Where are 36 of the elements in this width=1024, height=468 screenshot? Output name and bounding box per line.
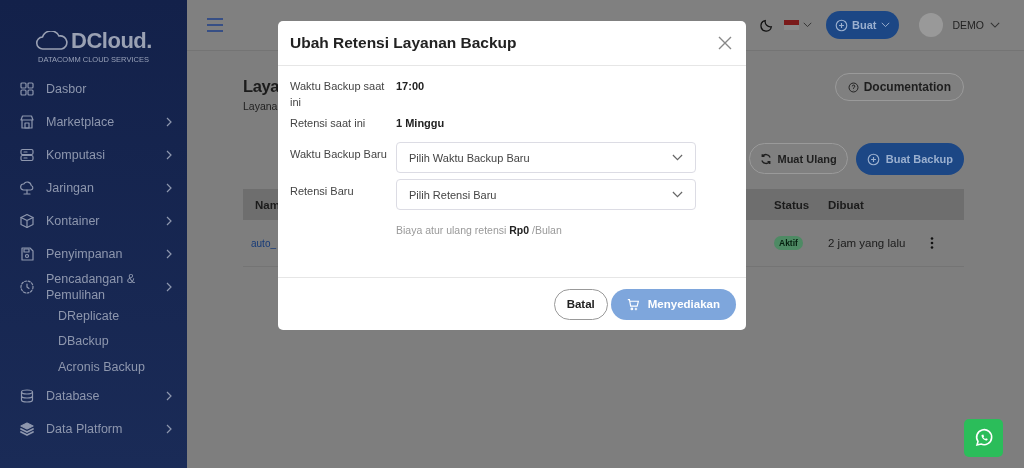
dialog-title: Ubah Retensi Layanan Backup (290, 34, 517, 52)
column-header: Dibuat (828, 198, 865, 211)
sidebar-item[interactable]: Marketplace (0, 105, 187, 138)
sidebar-subitem[interactable]: Acronis Backup (0, 354, 187, 380)
sidebar-subitem[interactable]: DReplicate (0, 303, 187, 329)
user-name[interactable]: DEMO (952, 19, 984, 31)
cancel-button[interactable]: Batal (553, 288, 608, 320)
info-value: 17:00 (396, 79, 426, 94)
field-label: Retensi Baru (290, 184, 355, 199)
info-label: Waktu Backup saat ini (290, 79, 386, 110)
sidebar-subitem[interactable]: DBackup (0, 328, 187, 354)
table-cell-text: 2 jam yang lalu (828, 237, 907, 249)
backup-name-link[interactable]: auto_ (251, 238, 277, 249)
sidebar-item[interactable]: Jaringan (0, 171, 187, 204)
page-subtitle: Layana (243, 100, 279, 112)
reload-button[interactable]: Muat Ulang (749, 143, 848, 174)
sidebar-item[interactable]: Kontainer (0, 204, 187, 237)
sidebar-item[interactable]: Data Platform (0, 412, 187, 446)
info-label: Retensi saat ini (290, 116, 367, 131)
info-value: 1 Minggu (396, 116, 446, 131)
documentation-button[interactable]: Documentation (834, 73, 964, 101)
cost-note: Biaya atur ulang retensi Rp0 /Bulan (396, 224, 563, 236)
select-field[interactable]: Pilih Retensi Baru (396, 179, 696, 210)
create-backup-button[interactable]: Buat Backup (855, 143, 964, 175)
status-badge: Aktif (774, 236, 803, 250)
page-title: Laya (243, 77, 279, 96)
sidebar-item[interactable]: Pencadangan & Pemulihan (0, 270, 187, 303)
sidebar-item[interactable]: Penyimpanan (0, 237, 187, 270)
field-label: Waktu Backup Baru (290, 147, 388, 162)
column-header: Status (774, 198, 811, 211)
logo-text: DCloud. (71, 28, 152, 54)
sidebar-item[interactable]: Komputasi (0, 138, 187, 171)
sidebar-item[interactable]: Dasbor (0, 72, 187, 105)
select-field[interactable]: Pilih Waktu Backup Baru (396, 142, 696, 173)
create-button[interactable]: Buat (826, 11, 899, 39)
sidebar-item[interactable]: Database (0, 379, 187, 413)
